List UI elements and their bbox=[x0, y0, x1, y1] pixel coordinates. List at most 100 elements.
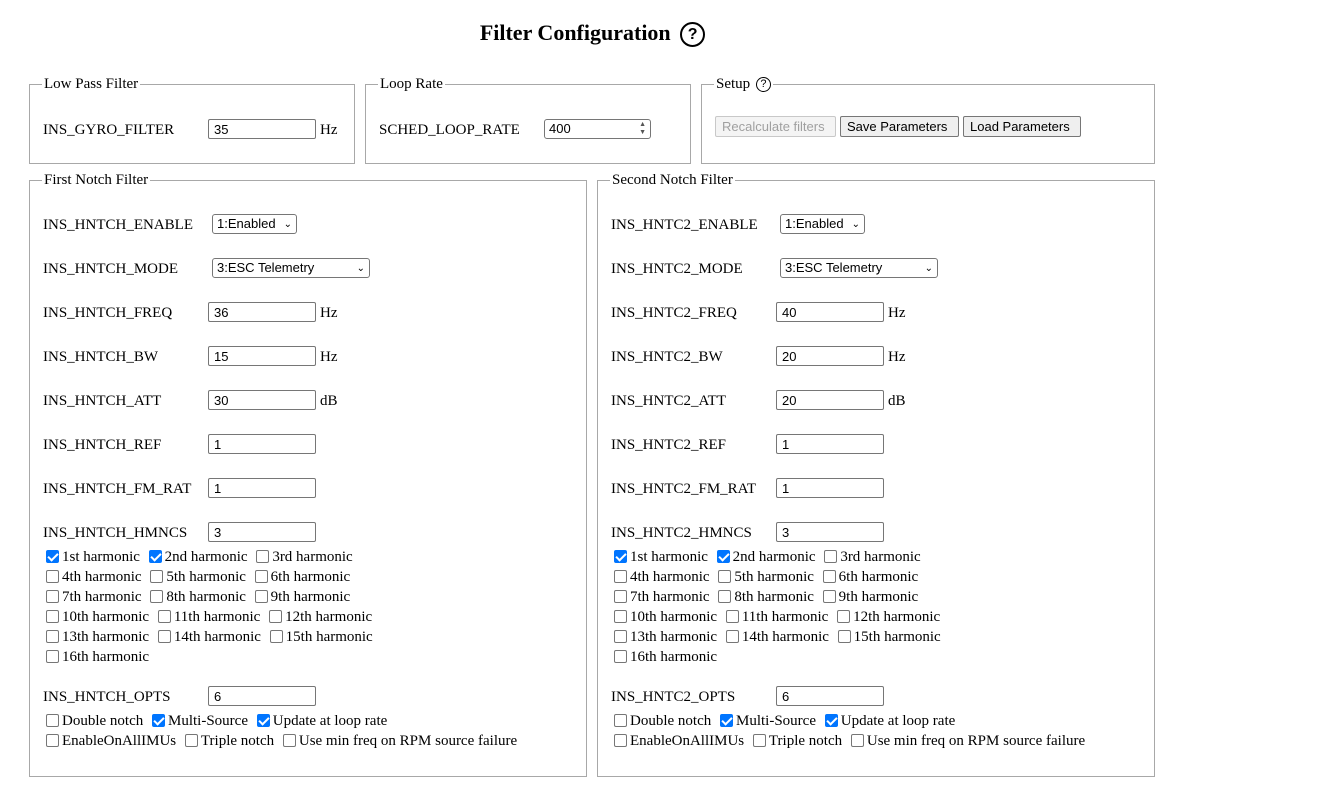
checkbox-box[interactable] bbox=[718, 570, 732, 583]
checkbox-box[interactable] bbox=[157, 610, 171, 623]
checkbox-box[interactable] bbox=[46, 714, 59, 727]
checkbox-box[interactable] bbox=[150, 590, 164, 603]
checkbox-box[interactable] bbox=[46, 590, 59, 603]
harmonic-checkbox[interactable]: 12th harmonic bbox=[837, 607, 940, 627]
option-checkbox[interactable]: EnableOnAllIMUs bbox=[614, 731, 744, 751]
harmonic-checkbox[interactable]: 8th harmonic bbox=[718, 587, 814, 607]
hntch-enable-select[interactable]: 1:Enabled ⌄ bbox=[212, 214, 297, 234]
hntch-opts-input[interactable] bbox=[208, 686, 316, 706]
option-checkbox[interactable]: Double notch bbox=[46, 711, 143, 731]
checkbox-box[interactable] bbox=[614, 550, 627, 563]
harmonic-checkbox[interactable]: 10th harmonic bbox=[614, 607, 717, 627]
checkbox-box[interactable] bbox=[46, 610, 59, 623]
checkbox-box[interactable] bbox=[850, 734, 864, 747]
checkbox-box[interactable] bbox=[148, 550, 162, 563]
checkbox-box[interactable] bbox=[256, 550, 270, 563]
hntc2-att-input[interactable] bbox=[776, 390, 884, 410]
harmonic-checkbox[interactable]: 15th harmonic bbox=[269, 627, 373, 647]
option-checkbox[interactable]: EnableOnAllIMUs bbox=[46, 731, 176, 751]
harmonic-checkbox[interactable]: 7th harmonic bbox=[46, 587, 142, 607]
harmonic-checkbox[interactable]: 13th harmonic bbox=[614, 627, 717, 647]
option-checkbox[interactable]: Double notch bbox=[614, 711, 711, 731]
harmonic-checkbox[interactable]: 1st harmonic bbox=[46, 547, 140, 567]
harmonic-checkbox[interactable]: 3rd harmonic bbox=[256, 547, 353, 567]
harmonic-checkbox[interactable]: 7th harmonic bbox=[614, 587, 710, 607]
option-checkbox[interactable]: Use min freq on RPM source failure bbox=[850, 731, 1085, 751]
harmonic-checkbox[interactable]: 2nd harmonic bbox=[148, 547, 248, 567]
checkbox-box[interactable] bbox=[614, 570, 627, 583]
checkbox-box[interactable] bbox=[184, 734, 198, 747]
checkbox-box[interactable] bbox=[254, 590, 268, 603]
hntch-bw-input[interactable] bbox=[208, 346, 316, 366]
checkbox-box[interactable] bbox=[282, 734, 296, 747]
hntch-hmncs-input[interactable] bbox=[208, 522, 316, 542]
harmonic-checkbox[interactable]: 10th harmonic bbox=[46, 607, 149, 627]
harmonic-checkbox[interactable]: 8th harmonic bbox=[150, 587, 246, 607]
checkbox-box[interactable] bbox=[46, 650, 59, 663]
hntc2-ref-input[interactable] bbox=[776, 434, 884, 454]
checkbox-box[interactable] bbox=[46, 570, 59, 583]
checkbox-box[interactable] bbox=[614, 630, 627, 643]
harmonic-checkbox[interactable]: 14th harmonic bbox=[725, 627, 829, 647]
option-checkbox[interactable]: Triple notch bbox=[752, 731, 842, 751]
hntc2-mode-select[interactable]: 3:ESC Telemetry ⌄ bbox=[780, 258, 938, 278]
checkbox-box[interactable] bbox=[837, 610, 851, 623]
checkbox-box[interactable] bbox=[614, 714, 627, 727]
checkbox-box[interactable] bbox=[254, 570, 268, 583]
checkbox-box[interactable] bbox=[716, 550, 730, 563]
checkbox-box[interactable] bbox=[46, 630, 59, 643]
harmonic-checkbox[interactable]: 11th harmonic bbox=[157, 607, 260, 627]
checkbox-box[interactable] bbox=[824, 714, 838, 727]
checkbox-box[interactable] bbox=[157, 630, 171, 643]
hntc2-opts-input[interactable] bbox=[776, 686, 884, 706]
setup-help-icon[interactable]: ? bbox=[755, 77, 771, 93]
checkbox-box[interactable] bbox=[725, 610, 739, 623]
harmonic-checkbox[interactable]: 9th harmonic bbox=[254, 587, 350, 607]
load-parameters-button[interactable]: Load Parameters bbox=[963, 116, 1081, 137]
harmonic-checkbox[interactable]: 14th harmonic bbox=[157, 627, 261, 647]
option-checkbox[interactable]: Use min freq on RPM source failure bbox=[282, 731, 517, 751]
checkbox-box[interactable] bbox=[614, 734, 627, 747]
harmonic-checkbox[interactable]: 11th harmonic bbox=[725, 607, 828, 627]
checkbox-box[interactable] bbox=[837, 630, 851, 643]
checkbox-box[interactable] bbox=[269, 630, 283, 643]
hntc2-enable-select[interactable]: 1:Enabled ⌄ bbox=[780, 214, 865, 234]
harmonic-checkbox[interactable]: 16th harmonic bbox=[614, 647, 717, 667]
checkbox-box[interactable] bbox=[752, 734, 766, 747]
harmonic-checkbox[interactable]: 15th harmonic bbox=[837, 627, 941, 647]
option-checkbox[interactable]: Multi-Source bbox=[719, 711, 816, 731]
harmonic-checkbox[interactable]: 2nd harmonic bbox=[716, 547, 816, 567]
save-parameters-button[interactable]: Save Parameters bbox=[840, 116, 959, 137]
hntc2-bw-input[interactable] bbox=[776, 346, 884, 366]
hntch-mode-select[interactable]: 3:ESC Telemetry ⌄ bbox=[212, 258, 370, 278]
checkbox-box[interactable] bbox=[719, 714, 733, 727]
hntc2-fmrat-input[interactable] bbox=[776, 478, 884, 498]
loop-rate-number-input[interactable]: 400 ▲ ▼ bbox=[544, 119, 651, 139]
checkbox-box[interactable] bbox=[614, 590, 627, 603]
harmonic-checkbox[interactable]: 12th harmonic bbox=[269, 607, 372, 627]
harmonic-checkbox[interactable]: 5th harmonic bbox=[150, 567, 246, 587]
checkbox-box[interactable] bbox=[256, 714, 270, 727]
checkbox-box[interactable] bbox=[725, 630, 739, 643]
harmonic-checkbox[interactable]: 9th harmonic bbox=[822, 587, 918, 607]
checkbox-box[interactable] bbox=[269, 610, 283, 623]
checkbox-box[interactable] bbox=[614, 610, 627, 623]
hntch-ref-input[interactable] bbox=[208, 434, 316, 454]
hntc2-freq-input[interactable] bbox=[776, 302, 884, 322]
hntch-fmrat-input[interactable] bbox=[208, 478, 316, 498]
gyro-filter-input[interactable] bbox=[208, 119, 316, 139]
checkbox-box[interactable] bbox=[718, 590, 732, 603]
harmonic-checkbox[interactable]: 4th harmonic bbox=[46, 567, 142, 587]
harmonic-checkbox[interactable]: 3rd harmonic bbox=[824, 547, 921, 567]
harmonic-checkbox[interactable]: 5th harmonic bbox=[718, 567, 814, 587]
option-checkbox[interactable]: Update at loop rate bbox=[256, 711, 387, 731]
harmonic-checkbox[interactable]: 13th harmonic bbox=[46, 627, 149, 647]
harmonic-checkbox[interactable]: 1st harmonic bbox=[614, 547, 708, 567]
harmonic-checkbox[interactable]: 4th harmonic bbox=[614, 567, 710, 587]
checkbox-box[interactable] bbox=[151, 714, 165, 727]
checkbox-box[interactable] bbox=[46, 734, 59, 747]
harmonic-checkbox[interactable]: 6th harmonic bbox=[822, 567, 918, 587]
recalculate-filters-button[interactable]: Recalculate filters bbox=[715, 116, 836, 137]
option-checkbox[interactable]: Triple notch bbox=[184, 731, 274, 751]
checkbox-box[interactable] bbox=[614, 650, 627, 663]
